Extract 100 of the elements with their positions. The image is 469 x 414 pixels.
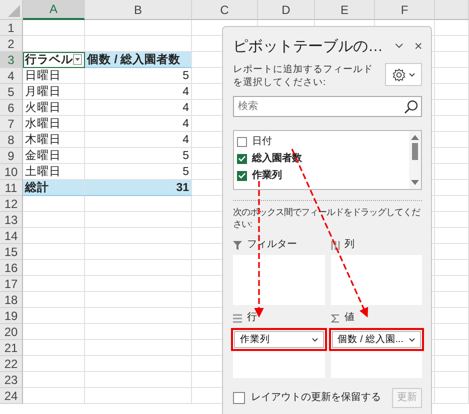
settings-button[interactable] (385, 63, 422, 86)
row-header[interactable]: 8 (0, 132, 23, 148)
field-label[interactable]: 日付 (252, 134, 272, 148)
field-label[interactable]: 作業列 (252, 168, 282, 182)
column-header[interactable]: A (23, 0, 85, 20)
table-cell (23, 356, 85, 372)
table-cell (23, 308, 85, 324)
table-cell: 総計 (23, 180, 85, 196)
area-label: 列 (344, 238, 354, 252)
row-header[interactable]: 12 (0, 196, 23, 212)
table-cell-text: 行ラベル (25, 52, 73, 67)
row-header[interactable]: 11 (0, 180, 23, 196)
table-cell: 日曜日 (23, 68, 85, 84)
row-header[interactable]: 13 (0, 212, 23, 228)
instruction-text: レポートに追加するフィールドを選択してください: (233, 63, 374, 89)
table-cell (23, 340, 85, 356)
caret-icon (409, 72, 415, 76)
table-cell (435, 52, 469, 68)
chevron-down-icon[interactable] (395, 42, 404, 50)
row-header[interactable]: 24 (0, 388, 23, 404)
caret-icon (409, 338, 415, 342)
filter-dropdown-button[interactable] (73, 54, 82, 65)
row-header[interactable]: 19 (0, 308, 23, 324)
checkbox[interactable] (233, 392, 245, 404)
table-cell (435, 292, 469, 308)
table-cell: 4 (85, 116, 192, 132)
caret-icon (75, 58, 80, 61)
table-cell (23, 260, 85, 276)
table-cell: 4 (85, 100, 192, 116)
table-cell (435, 324, 469, 340)
row-header[interactable]: 15 (0, 244, 23, 260)
drop-area[interactable]: 個数 / 総入園... (330, 328, 422, 378)
table-cell (23, 20, 85, 36)
table-cell (435, 132, 469, 148)
table-cell (435, 148, 469, 164)
close-icon[interactable] (415, 41, 422, 51)
row-header[interactable]: 22 (0, 356, 23, 372)
table-cell: 火曜日 (23, 100, 85, 116)
table-cell (23, 244, 85, 260)
table-cell: 5 (85, 148, 192, 164)
table-cell: 5 (85, 68, 192, 84)
row-header[interactable]: 14 (0, 228, 23, 244)
row-header[interactable]: 9 (0, 148, 23, 164)
scroll-up-icon[interactable] (411, 135, 419, 140)
row-header[interactable]: 10 (0, 164, 23, 180)
table-cell: 個数 / 総入園者数 (85, 52, 192, 68)
row-header[interactable]: 4 (0, 68, 23, 84)
table-cell (435, 276, 469, 292)
row-header[interactable]: 23 (0, 372, 23, 388)
row-header[interactable]: 7 (0, 116, 23, 132)
table-cell (23, 324, 85, 340)
checkbox[interactable] (237, 154, 247, 164)
search-icon (404, 100, 418, 114)
table-cell: 木曜日 (23, 132, 85, 148)
rows-icon (233, 314, 242, 322)
field-chip[interactable]: 作業列 (234, 331, 324, 348)
column-header[interactable]: F (375, 0, 435, 20)
column-header[interactable]: E (315, 0, 375, 20)
table-cell: 4 (85, 132, 192, 148)
table-cell (23, 372, 85, 388)
checkbox[interactable] (237, 170, 247, 180)
table-cell (435, 212, 469, 228)
row-header[interactable]: 1 (0, 20, 23, 36)
field-chip[interactable]: 個数 / 総入園... (332, 331, 421, 348)
table-cell (435, 20, 469, 36)
table-cell (435, 244, 469, 260)
column-header[interactable]: C (192, 0, 258, 20)
table-cell (435, 340, 469, 356)
table-cell: 月曜日 (23, 84, 85, 100)
row-header[interactable]: 21 (0, 340, 23, 356)
checkbox-label[interactable]: レイアウトの更新を保留する (251, 391, 381, 405)
drop-area[interactable]: 作業列 (233, 328, 324, 378)
table-cell (23, 292, 85, 308)
column-header[interactable]: D (258, 0, 315, 20)
area-label: 行 (247, 311, 257, 325)
row-header[interactable]: 2 (0, 36, 23, 52)
area-label: 値 (344, 311, 354, 325)
row-header[interactable]: 6 (0, 100, 23, 116)
table-cell (23, 212, 85, 228)
panel-title: ピボットテーブルの… (233, 36, 383, 56)
row-header[interactable]: 3 (0, 52, 23, 68)
table-cell (435, 68, 469, 84)
column-header[interactable]: B (85, 0, 192, 20)
row-header[interactable]: 17 (0, 276, 23, 292)
caret-icon (312, 338, 318, 342)
row-header[interactable]: 16 (0, 260, 23, 276)
table-cell (435, 372, 469, 388)
table-cell: 金曜日 (23, 148, 85, 164)
table-cell (435, 84, 469, 100)
row-header[interactable]: 20 (0, 324, 23, 340)
sigma-icon (330, 314, 340, 322)
search-field[interactable]: 検索 (233, 96, 422, 117)
row-header[interactable]: 5 (0, 84, 23, 100)
row-header[interactable]: 18 (0, 292, 23, 308)
checkbox[interactable] (237, 136, 247, 146)
table-cell (435, 116, 469, 132)
table-cell (23, 196, 85, 212)
scroll-down-icon[interactable] (411, 180, 419, 185)
scrollbar[interactable] (409, 131, 421, 189)
table-cell (435, 260, 469, 276)
